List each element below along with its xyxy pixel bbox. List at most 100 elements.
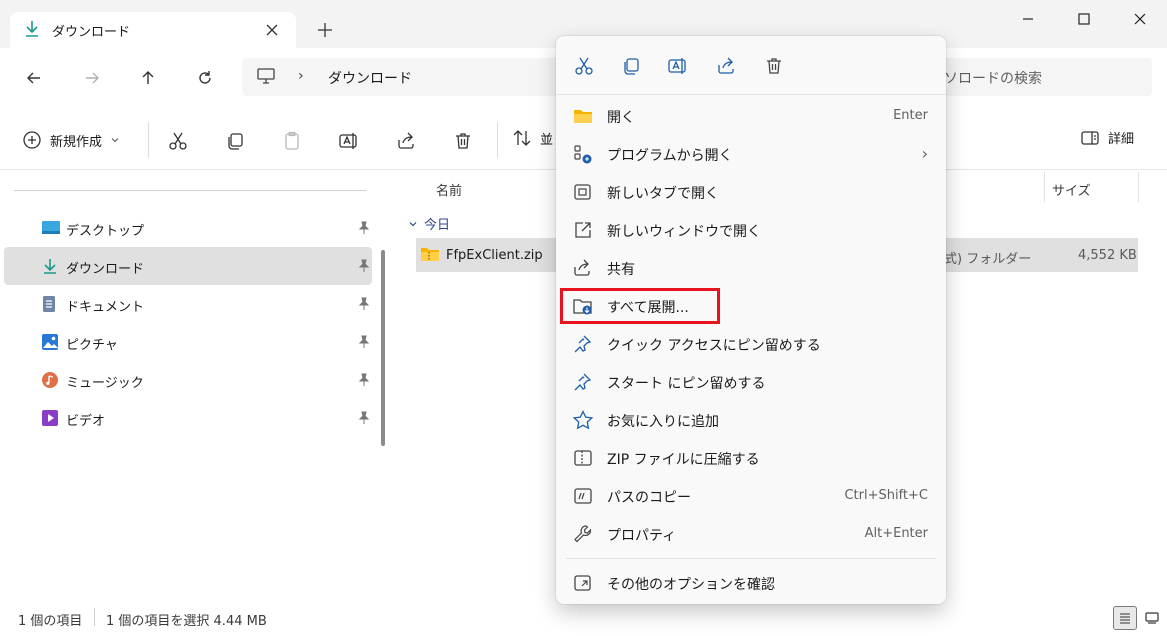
trash-icon — [453, 131, 473, 151]
forward-button[interactable] — [78, 64, 106, 92]
nav-item-label: ダウンロード — [66, 262, 145, 277]
menu-item-add-favorites[interactable]: お気に入りに追加 — [560, 402, 942, 438]
nav-item-desktop[interactable]: デスクトップ — [4, 209, 372, 247]
divider — [556, 94, 946, 95]
menu-item-open-new-tab[interactable]: 新しいタブで開く — [560, 174, 942, 210]
new-button[interactable]: 新規作成 — [22, 124, 120, 156]
share-button[interactable] — [392, 127, 420, 155]
up-button[interactable] — [134, 64, 162, 92]
menu-item-label: 新しいタブで開く — [607, 186, 719, 202]
zip-folder-icon — [420, 246, 440, 262]
nav-item-label: ビデオ — [66, 414, 106, 429]
maximize-button[interactable] — [1056, 0, 1112, 38]
status-item-count: 1 個の項目 — [18, 614, 83, 629]
nav-item-label: ドキュメント — [66, 300, 145, 315]
column-header-size[interactable]: サイズ — [1052, 180, 1091, 199]
delete-button[interactable] — [449, 127, 477, 155]
wrench-icon — [572, 524, 594, 544]
nav-item-documents[interactable]: ドキュメント — [4, 285, 372, 323]
cut-button[interactable] — [164, 127, 192, 155]
menu-item-label: 共有 — [607, 262, 635, 278]
column-divider[interactable] — [1138, 172, 1139, 202]
document-icon — [41, 295, 57, 313]
close-tab-icon[interactable] — [262, 20, 282, 40]
menu-item-open[interactable]: 開く Enter — [560, 98, 942, 134]
nav-item-downloads[interactable]: ダウンロード — [4, 247, 372, 285]
divider — [148, 122, 149, 158]
menu-item-copy-path[interactable]: パスのコピー Ctrl+Shift+C — [560, 478, 942, 514]
context-rename-button[interactable] — [663, 51, 693, 81]
star-icon — [572, 410, 594, 430]
context-copy-button[interactable] — [616, 51, 646, 81]
open-new-window-icon — [572, 220, 594, 240]
folder-icon — [572, 106, 594, 126]
menu-item-label: プログラムから開く — [607, 148, 733, 164]
trash-icon — [764, 56, 784, 76]
copy-button[interactable] — [221, 127, 249, 155]
more-options-icon — [572, 573, 594, 593]
zip-icon — [572, 448, 594, 468]
nav-item-label: デスクトップ — [66, 224, 145, 239]
menu-item-more-options[interactable]: その他のオプションを確認 — [560, 565, 942, 601]
context-cut-button[interactable] — [569, 51, 599, 81]
nav-item-music[interactable]: ミュージック — [4, 361, 372, 399]
breadcrumb-separator: › — [298, 68, 304, 84]
file-type: 式) フォルダー — [944, 252, 1032, 267]
details-pane-button[interactable]: 詳細 — [1080, 128, 1134, 147]
pin-icon — [358, 259, 370, 273]
pin-icon — [358, 411, 370, 425]
menu-item-open-new-window[interactable]: 新しいウィンドウで開く — [560, 212, 942, 248]
new-tab-icon — [572, 182, 594, 202]
download-icon — [24, 20, 40, 38]
menu-item-shortcut: Alt+Enter — [864, 526, 928, 541]
menu-item-pin-start[interactable]: スタート にピン留めする — [560, 364, 942, 400]
group-header-today[interactable]: 今日 — [408, 214, 450, 233]
menu-item-compress-zip[interactable]: ZIP ファイルに圧縮する — [560, 440, 942, 476]
menu-item-shortcut: Ctrl+Shift+C — [844, 488, 928, 503]
breadcrumb-current[interactable]: ダウンロード — [328, 68, 412, 88]
pin-icon — [358, 297, 370, 311]
pin-icon — [572, 372, 594, 392]
nav-item-videos[interactable]: ビデオ — [4, 399, 372, 437]
copy-icon — [621, 56, 641, 76]
tiles-view-icon — [1144, 611, 1160, 625]
pin-icon — [358, 221, 370, 235]
menu-item-share[interactable]: 共有 — [560, 250, 942, 286]
column-divider[interactable] — [1044, 172, 1045, 202]
pin-icon — [358, 373, 370, 387]
share-icon — [396, 131, 416, 151]
nav-item-pictures[interactable]: ピクチャ — [4, 323, 372, 361]
status-selection: 1 個の項目を選択 4.44 MB — [106, 614, 267, 629]
nav-scrollbar[interactable] — [381, 250, 385, 446]
rename-icon — [667, 56, 689, 76]
tiles-view-button[interactable] — [1140, 606, 1164, 630]
search-placeholder: ソロードの検索 — [944, 71, 1042, 87]
divider — [94, 608, 95, 626]
close-window-button[interactable] — [1112, 0, 1167, 38]
details-label: 詳細 — [1108, 132, 1135, 147]
back-button[interactable] — [20, 64, 48, 92]
video-icon — [41, 409, 59, 427]
paste-button[interactable] — [278, 127, 306, 155]
details-pane-icon — [1080, 129, 1100, 147]
plus-circle-icon — [22, 130, 42, 150]
menu-item-label: プロパティ — [607, 528, 677, 544]
menu-item-properties[interactable]: プロパティ Alt+Enter — [560, 516, 942, 552]
context-share-button[interactable] — [711, 51, 741, 81]
details-view-button[interactable] — [1113, 606, 1137, 630]
scissors-icon — [168, 131, 188, 151]
refresh-button[interactable] — [191, 64, 219, 92]
rename-button[interactable] — [335, 127, 363, 155]
context-delete-button[interactable] — [759, 51, 789, 81]
column-header-name[interactable]: 名前 — [436, 180, 462, 199]
sort-icon — [512, 128, 532, 148]
sort-button[interactable]: 並 — [512, 128, 553, 148]
new-button-label: 新規作成 — [50, 134, 103, 150]
menu-item-pin-quick-access[interactable]: クイック アクセスにピン留めする — [560, 326, 942, 362]
scissors-icon — [574, 56, 594, 76]
divider — [566, 558, 936, 559]
copy-icon — [225, 131, 245, 151]
menu-item-open-with[interactable]: プログラムから開く › — [560, 136, 942, 172]
new-tab-button[interactable] — [314, 19, 336, 41]
minimize-button[interactable] — [1000, 0, 1056, 38]
